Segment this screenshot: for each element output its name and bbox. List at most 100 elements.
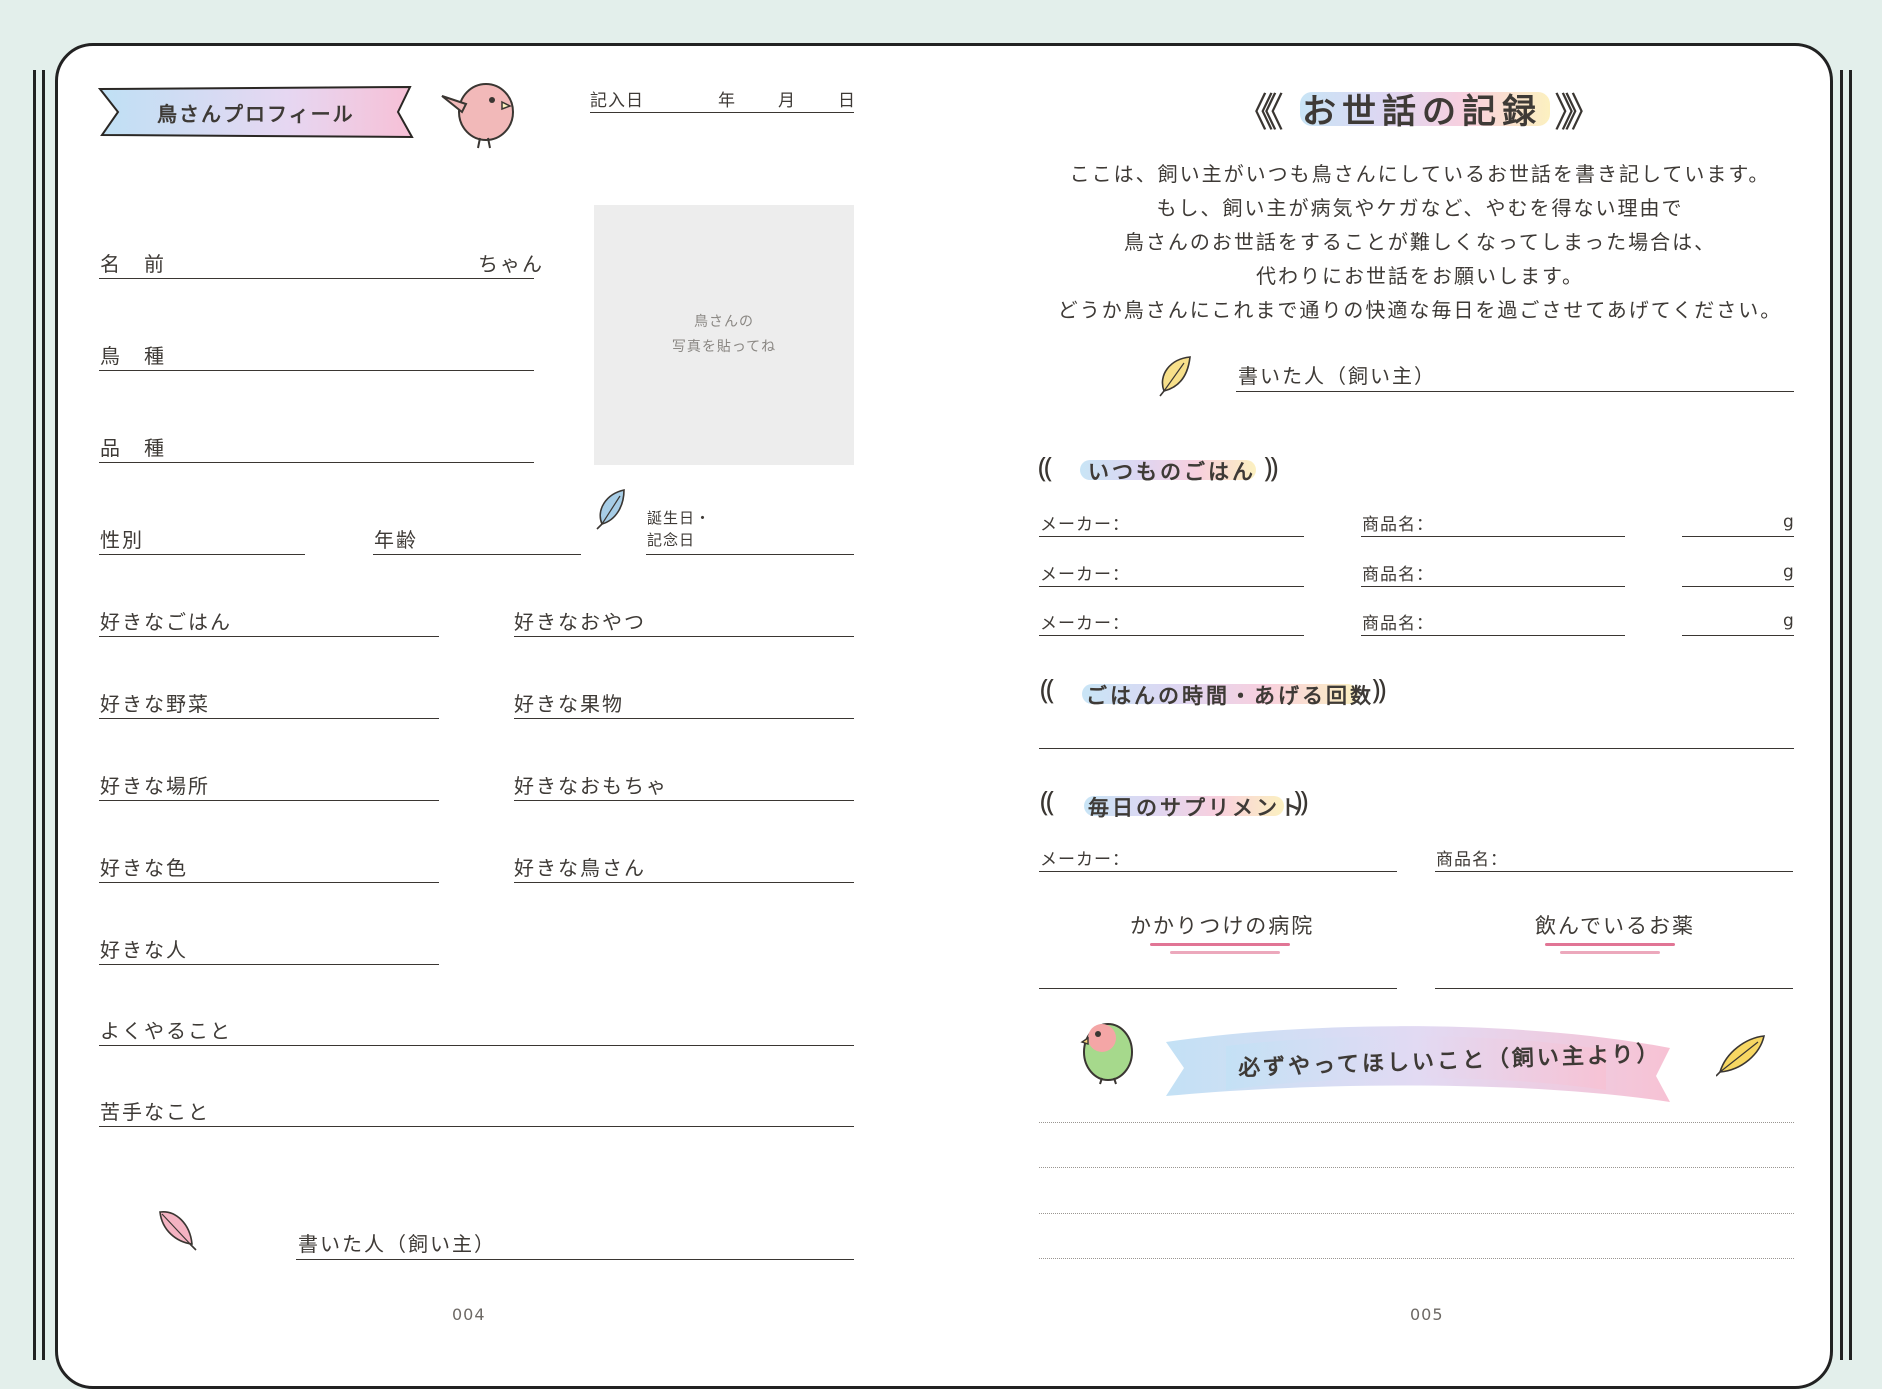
fav-person-label: 好きな人 xyxy=(100,938,188,962)
mealtime-field[interactable] xyxy=(1039,748,1794,749)
name-label: 名 前 xyxy=(100,252,166,276)
fav-snack-field[interactable] xyxy=(514,636,854,637)
gram-field-2[interactable] xyxy=(1682,586,1794,587)
feather-icon xyxy=(596,489,625,530)
supplement-maker-field[interactable] xyxy=(1039,871,1397,872)
fav-color-label: 好きな色 xyxy=(100,856,188,880)
habit-field[interactable] xyxy=(99,1045,854,1046)
must-do-line-1[interactable] xyxy=(1039,1122,1794,1123)
writer-field-right[interactable] xyxy=(1236,391,1794,392)
swoosh-right-mealtime: ⸩ xyxy=(1372,673,1387,706)
page-number-right: 005 xyxy=(1410,1305,1444,1324)
entry-date-month: 月 xyxy=(778,91,796,111)
fav-person-field[interactable] xyxy=(99,964,439,965)
profile-banner-title: 鳥さんプロフィール xyxy=(157,102,355,126)
intro-line-2: もし、飼い主が病気やケガなど、やむを得ない理由で xyxy=(1156,196,1684,220)
species-label: 鳥 種 xyxy=(100,344,166,368)
habit-label: よくやること xyxy=(100,1019,232,1043)
fav-veg-field[interactable] xyxy=(99,718,439,719)
book-spine-left xyxy=(33,70,36,1360)
species-field[interactable] xyxy=(99,370,534,371)
birthday-field[interactable] xyxy=(646,554,854,555)
fav-toy-field[interactable] xyxy=(514,800,854,801)
maker-field-3[interactable] xyxy=(1039,635,1304,636)
supplement-product-field[interactable] xyxy=(1435,871,1793,872)
must-do-line-2[interactable] xyxy=(1039,1167,1794,1168)
medicine-label: 飲んでいるお薬 xyxy=(1535,914,1695,938)
fav-snack-label: 好きなおやつ xyxy=(514,610,646,634)
birthday-label-line1: 誕生日・ xyxy=(647,509,712,527)
maker-label-2: メーカー： xyxy=(1040,565,1130,585)
fav-food-field[interactable] xyxy=(99,636,439,637)
birthday-label-line2: 記念日 xyxy=(647,531,696,549)
food-heading: いつものごはん xyxy=(1088,460,1256,484)
chevron-right-icon: 》》 xyxy=(1554,90,1604,136)
feather-gold-icon xyxy=(1716,1035,1766,1077)
intro-line-4: 代わりにお世話をお願いします。 xyxy=(1256,264,1584,288)
breed-field[interactable] xyxy=(99,462,534,463)
chevron-left-icon: 《《 xyxy=(1234,90,1284,136)
maker-field-2[interactable] xyxy=(1039,586,1304,587)
product-field-1[interactable] xyxy=(1361,536,1625,537)
fav-fruit-field[interactable] xyxy=(514,718,854,719)
entry-date-year: 年 xyxy=(718,91,736,111)
photo-hint-line2: 写真を貼ってね xyxy=(671,339,777,355)
swoosh-right-food: ⸩ xyxy=(1264,451,1279,484)
intro-text: ここは、飼い主がいつも鳥さんにしているお世話を書き記しています。 もし、飼い主が… xyxy=(1000,157,1840,327)
bird-illustration xyxy=(441,83,514,149)
supplement-heading: 毎日のサプリメント xyxy=(1088,796,1304,820)
medicine-field[interactable] xyxy=(1435,988,1793,989)
swoosh-right-supplement: ⸩ xyxy=(1294,785,1309,818)
supplement-maker-label: メーカー： xyxy=(1040,850,1130,870)
breed-label: 品 種 xyxy=(100,436,166,460)
lovebird-illustration xyxy=(1080,1023,1133,1085)
fav-fruit-label: 好きな果物 xyxy=(514,692,624,716)
age-label: 年齢 xyxy=(374,528,418,552)
feather-yellow-icon xyxy=(1159,356,1191,397)
gram-label-1: g xyxy=(1783,512,1795,532)
maker-label-1: メーカー： xyxy=(1040,515,1130,535)
book-spine-right xyxy=(1849,70,1852,1360)
mealtime-heading: ごはんの時間・あげる回数 xyxy=(1086,684,1374,708)
medicine-underline-2 xyxy=(1560,951,1660,954)
care-record-title: お世話の記録 xyxy=(1302,92,1542,132)
gram-label-2: g xyxy=(1783,562,1795,582)
entry-date-day: 日 xyxy=(838,91,856,111)
maker-field-1[interactable] xyxy=(1039,536,1304,537)
dislike-field[interactable] xyxy=(99,1126,854,1127)
fav-food-label: 好きなごはん xyxy=(100,610,232,634)
fav-toy-label: 好きなおもちゃ xyxy=(514,774,668,798)
fav-bird-label: 好きな鳥さん xyxy=(514,856,646,880)
medicine-underline xyxy=(1545,943,1675,946)
sex-field[interactable] xyxy=(99,554,305,555)
entry-date-label: 記入日 xyxy=(590,91,644,111)
feather-pink-icon xyxy=(159,1211,197,1251)
gram-field-1[interactable] xyxy=(1682,536,1794,537)
product-label-3: 商品名： xyxy=(1362,614,1434,634)
fav-place-label: 好きな場所 xyxy=(100,774,210,798)
supplement-product-label: 商品名： xyxy=(1436,850,1508,870)
page-number-left: 004 xyxy=(452,1305,486,1324)
name-field[interactable] xyxy=(99,278,534,279)
photo-hint-line1: 鳥さんの xyxy=(694,314,754,330)
intro-line-3: 鳥さんのお世話をすることが難しくなってしまった場合は、 xyxy=(1123,230,1717,254)
writer-field-left[interactable] xyxy=(296,1259,854,1260)
product-field-2[interactable] xyxy=(1361,586,1625,587)
gram-label-3: g xyxy=(1783,611,1795,631)
book-spine-right-inner xyxy=(1840,70,1843,1360)
fav-color-field[interactable] xyxy=(99,882,439,883)
age-field[interactable] xyxy=(373,554,581,555)
must-do-line-3[interactable] xyxy=(1039,1213,1794,1214)
sex-label: 性別 xyxy=(100,528,144,552)
product-field-3[interactable] xyxy=(1361,635,1625,636)
gram-field-3[interactable] xyxy=(1682,635,1794,636)
fav-place-field[interactable] xyxy=(99,800,439,801)
fav-veg-label: 好きな野菜 xyxy=(100,692,210,716)
entry-date-line[interactable] xyxy=(590,112,854,113)
writer-label-right: 書いた人（飼い主） xyxy=(1238,364,1436,388)
photo-box[interactable]: 鳥さんの 写真を貼ってね xyxy=(594,205,854,465)
must-do-line-4[interactable] xyxy=(1039,1258,1794,1259)
hospital-field[interactable] xyxy=(1039,988,1397,989)
hospital-label: かかりつけの病院 xyxy=(1130,914,1315,938)
fav-bird-field[interactable] xyxy=(514,882,854,883)
